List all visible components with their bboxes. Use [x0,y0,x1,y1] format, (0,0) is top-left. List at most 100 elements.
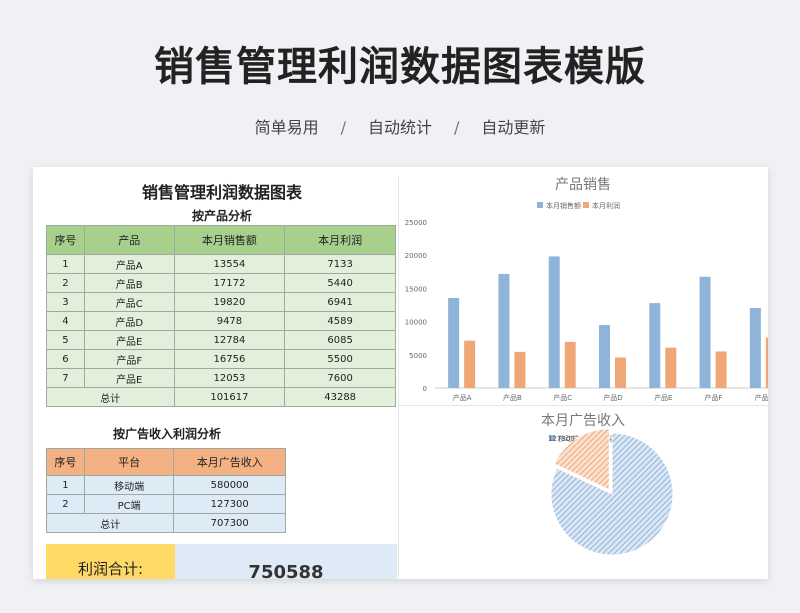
header-cell: 序号 [46,225,85,255]
table-row: 2 产品B 17172 5440 [46,273,396,293]
bar [599,325,610,388]
y-tick-label: 0 [423,385,427,393]
product-table: 序号 产品 本月销售额 本月利润 1 产品A 13554 7133 2 产品B 17172 5… [46,225,396,407]
table-cell: 6941 [284,292,396,312]
bar [765,337,768,388]
table-cell: 产品A [83,254,175,274]
table-cell: 4589 [284,311,396,331]
total-profit: 43288 [284,387,396,407]
table-cell: 4 [46,311,85,331]
y-tick-label: 5000 [409,352,427,360]
header-cell: 本月广告收入 [173,448,286,476]
table-cell: 19820 [173,292,286,312]
ad-income-pie-chart: 本月广告收入移动端PC端127300 [541,413,674,556]
y-tick-label: 10000 [405,319,427,327]
spreadsheet-preview: 销售管理利润数据图表 按产品分析 序号 产品 本月销售额 本月利润 1 产品A 13… [33,167,768,579]
chart-title: 产品销售 [555,177,611,193]
bar [665,347,677,388]
table-cell: 移动端 [83,475,175,495]
product-sales-chart: 产品销售本月销售额 本月利润 0 5000 10000 15000 20000 25000 产品… [405,177,768,402]
bar [749,307,761,388]
legend-swatch [583,202,589,208]
table-cell: 5440 [284,273,396,293]
table-cell: 2 [46,494,85,514]
y-tick-label: 20000 [405,252,427,260]
tag-auto-update: 自动更新 [481,118,546,137]
header-cell: 本月利润 [284,225,396,255]
x-tick-label: 产品F [705,393,723,402]
table-row: 7 产品E 12053 7600 [46,368,396,388]
bar [548,256,560,388]
header-cell: 产品 [83,225,175,255]
legend-label: 本月利润 [592,201,620,210]
table-cell: 产品B [83,273,175,293]
tag-easy: 简单易用 [254,118,319,137]
table-cell: 13554 [173,254,286,274]
header-cell: 序号 [46,448,85,476]
table-row: 6 产品F 16756 5500 [46,349,396,369]
profit-total-value: 750588 [175,544,397,579]
x-tick-label: 产品E [755,393,768,402]
table-cell: 产品E [83,330,175,350]
table-header-row: 序号 产品 本月销售额 本月利润 [46,225,396,255]
table-row: 1 移动端 580000 [46,475,286,495]
x-tick-label: 产品E [654,393,672,402]
bar [514,351,526,388]
separator: / [454,118,460,137]
data-label: 127300 [548,435,575,443]
table-cell: 2 [46,273,85,293]
table-cell: 16756 [173,349,286,369]
x-tick-label: 产品B [503,393,522,402]
table-cell: 7133 [284,254,396,274]
y-tick-label: 25000 [405,219,427,227]
table-cell: 3 [46,292,85,312]
table-cell: 12784 [173,330,286,350]
product-section-title: 按产品分析 [191,209,252,223]
total-row: 总计 707300 [45,513,286,533]
bar [498,273,510,388]
y-tick-label: 15000 [405,285,427,293]
ad-section-title: 按广告收入利润分析 [112,427,221,441]
bar [649,303,661,388]
feature-tags: 简单易用 / 自动统计 / 自动更新 [0,114,800,138]
table-cell: 1 [46,475,85,495]
table-row: 4 产品D 9478 4589 [46,311,396,331]
table-row: 1 产品A 13554 7133 [46,254,396,274]
table-row: 2 PC端 127300 [46,494,286,514]
separator: / [340,118,346,137]
table-header-row: 序号 平台 本月广告收入 [46,448,286,476]
total-ad-income: 707300 [173,513,286,533]
header-cell: 本月销售额 [173,225,286,255]
page-title: 销售管理利润数据图表模版 [154,44,646,90]
table-cell: 9478 [173,311,286,331]
table-cell: 580000 [173,475,286,495]
table-cell: 5500 [284,349,396,369]
total-sales: 101617 [173,387,286,407]
table-cell: PC端 [83,494,175,514]
total-label: 总计 [46,387,175,407]
x-tick-label: 产品C [553,393,572,402]
profit-total-label: 利润合计: [46,544,175,579]
chart-title: 本月广告收入 [541,413,625,429]
table-cell: 6085 [284,330,396,350]
table-cell: 6 [46,349,85,369]
table-cell: 产品E [83,368,175,388]
table-row: 5 产品E 12784 6085 [46,330,396,350]
header-cell: 平台 [83,448,175,476]
table-cell: 产品C [83,292,175,312]
table-cell: 127300 [173,494,286,514]
bar [699,276,711,388]
x-tick-label: 产品D [603,393,622,402]
table-cell: 17172 [173,273,286,293]
bar [448,298,460,388]
table-cell: 7 [46,368,85,388]
bar [564,341,576,388]
legend-swatch [537,202,543,208]
total-label: 总计 [45,513,175,533]
table-cell: 12053 [173,368,286,388]
table-cell: 7600 [284,368,396,388]
bar [715,351,727,388]
x-tick-label: 产品A [453,393,472,402]
tag-auto-stats: 自动统计 [367,118,432,137]
bar [615,357,626,388]
